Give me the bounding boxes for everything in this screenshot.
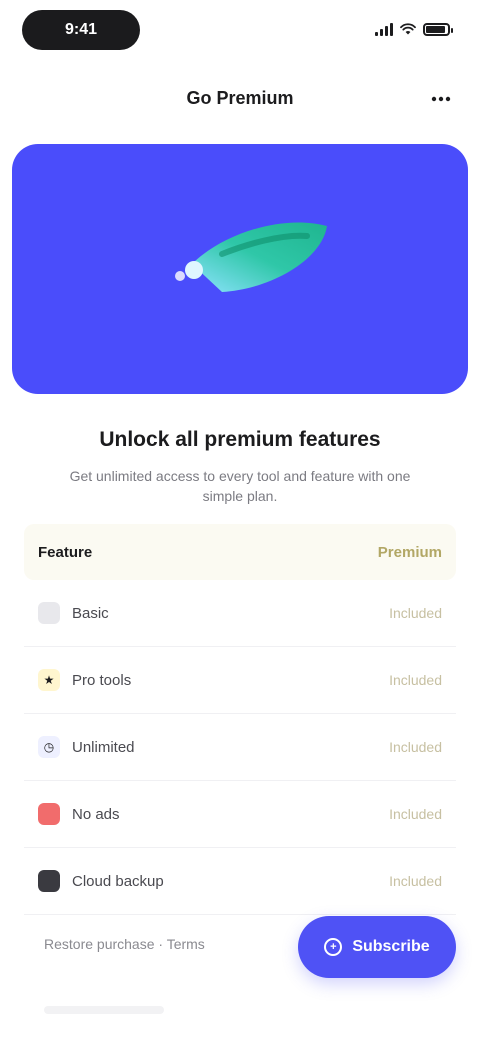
battery-icon	[423, 22, 453, 36]
more-button[interactable]	[424, 84, 458, 114]
wifi-icon	[400, 23, 416, 35]
table-row: ◷ Unlimited Included	[24, 714, 456, 781]
status-time: 9:41	[22, 10, 140, 50]
table-header-left: Feature	[38, 543, 93, 561]
table-header-right: Premium	[377, 543, 442, 561]
row-left: Basic	[38, 602, 109, 624]
table-row: Basic Included	[24, 580, 456, 647]
table-row: Cloud backup Included	[24, 848, 456, 915]
row-left: ★ Pro tools	[38, 669, 131, 691]
headline: Unlock all premium features	[99, 428, 381, 451]
row-left: No ads	[38, 803, 120, 825]
row-label: Cloud backup	[72, 872, 164, 890]
row-label: Basic	[72, 604, 109, 622]
status-bar: 9:41	[0, 0, 480, 60]
rocket-icon	[175, 222, 327, 292]
footer-link[interactable]: Restore purchase · Terms	[44, 936, 205, 952]
home-indicator	[44, 1006, 164, 1014]
feature-table: Feature Premium Basic Included ★ Pro tools I…	[24, 524, 456, 915]
subline: Get unlimited access to every tool and f…	[69, 468, 411, 504]
row-value: Included	[389, 873, 442, 889]
star-icon: ★	[38, 669, 60, 691]
subscribe-button[interactable]: + Subscribe	[298, 916, 456, 978]
row-label: Unlimited	[72, 738, 135, 756]
dark-square-icon	[38, 870, 60, 892]
hero-banner	[12, 144, 468, 394]
row-value: Included	[389, 672, 442, 688]
signal-icon	[375, 22, 393, 36]
subscribe-button-label: Subscribe	[352, 938, 430, 955]
row-left: ◷ Unlimited	[38, 736, 135, 758]
row-value: Included	[389, 605, 442, 621]
plus-icon: +	[324, 938, 343, 956]
clock-icon: ◷	[38, 736, 60, 758]
table-rows: Basic Included ★ Pro tools Included ◷ Unlimite…	[24, 580, 456, 915]
table-header: Feature Premium	[24, 524, 456, 580]
row-value: Included	[389, 806, 442, 822]
row-left: Cloud backup	[38, 870, 164, 892]
row-label: Pro tools	[72, 671, 132, 689]
page-title: Go Premium	[186, 88, 294, 108]
table-row: ★ Pro tools Included	[24, 647, 456, 714]
more-icon	[431, 96, 451, 102]
table-row: No ads Included	[24, 781, 456, 848]
nav-bar: Go Premium	[0, 74, 480, 122]
status-icons	[375, 22, 453, 36]
row-value: Included	[389, 739, 442, 755]
row-label: No ads	[72, 805, 120, 823]
red-square-icon	[38, 803, 60, 825]
check-icon	[38, 602, 60, 624]
